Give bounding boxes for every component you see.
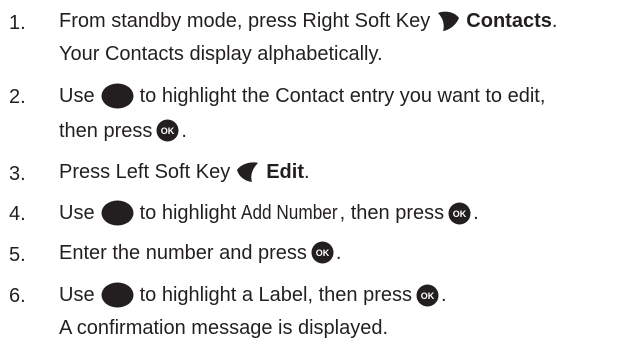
step-text: Use	[59, 85, 95, 107]
right-soft-key-icon	[438, 11, 460, 31]
step-text: to highlight a Label, then press	[139, 284, 412, 306]
step-text: Enter the number and press	[59, 241, 307, 264]
step-text: then press	[59, 119, 153, 142]
navigation-key-icon	[101, 83, 134, 109]
punctuation: .	[181, 119, 187, 142]
ok-key-icon: OK	[448, 202, 471, 224]
step-text-line: Use to highlight the Contact entry you w…	[59, 83, 545, 109]
ok-key-icon: OK	[156, 119, 179, 142]
navigation-key-icon	[101, 282, 134, 308]
step-text: Use	[59, 202, 95, 224]
step-number: 6.	[9, 285, 26, 307]
step-number: 4.	[9, 203, 26, 225]
step-text-line: Use to highlight Add Number , then press…	[59, 200, 479, 226]
ok-key-icon: OK	[416, 284, 439, 306]
step-note: Your Contacts display alphabetically.	[59, 43, 383, 65]
softkey-label: Edit	[266, 161, 304, 183]
step-number: 1.	[9, 12, 26, 34]
navigation-key-icon	[101, 200, 134, 226]
instruction-page: 1. From standby mode, press Right Soft K…	[0, 0, 625, 352]
punctuation: .	[473, 202, 479, 224]
ok-key-icon: OK	[311, 241, 334, 264]
svg-text:OK: OK	[453, 209, 467, 219]
step-note: A confirmation message is displayed.	[59, 317, 389, 339]
step-text-line: Use to highlight a Label, then press OK …	[59, 282, 447, 308]
step-number: 2.	[9, 86, 26, 108]
step-text-line: Enter the number and press OK .	[59, 241, 341, 264]
punctuation: .	[335, 241, 342, 264]
step-text: , then press	[339, 202, 445, 224]
step-number: 3.	[9, 163, 26, 185]
menu-item-name: Add Number	[241, 202, 338, 224]
svg-text:OK: OK	[316, 248, 330, 258]
punctuation: .	[441, 284, 447, 306]
step-text: Use	[59, 284, 95, 306]
left-soft-key-icon	[237, 162, 259, 182]
step-text: to highlight	[139, 202, 237, 224]
step-text-line: Press Left Soft Key Edit .	[59, 160, 310, 184]
step-text-line: then press OK .	[59, 119, 187, 142]
punctuation: .	[303, 161, 310, 183]
step-number: 5.	[9, 244, 26, 266]
svg-text:OK: OK	[161, 126, 175, 136]
step-text-line: From standby mode, press Right Soft Key …	[59, 9, 557, 33]
step-text: From standby mode, press Right Soft Key	[59, 10, 431, 32]
softkey-label: Contacts	[466, 10, 552, 32]
punctuation: .	[551, 10, 558, 32]
svg-text:OK: OK	[421, 291, 435, 301]
step-text: to highlight the Contact entry you want …	[139, 85, 546, 107]
step-text: Press Left Soft Key	[59, 161, 231, 183]
